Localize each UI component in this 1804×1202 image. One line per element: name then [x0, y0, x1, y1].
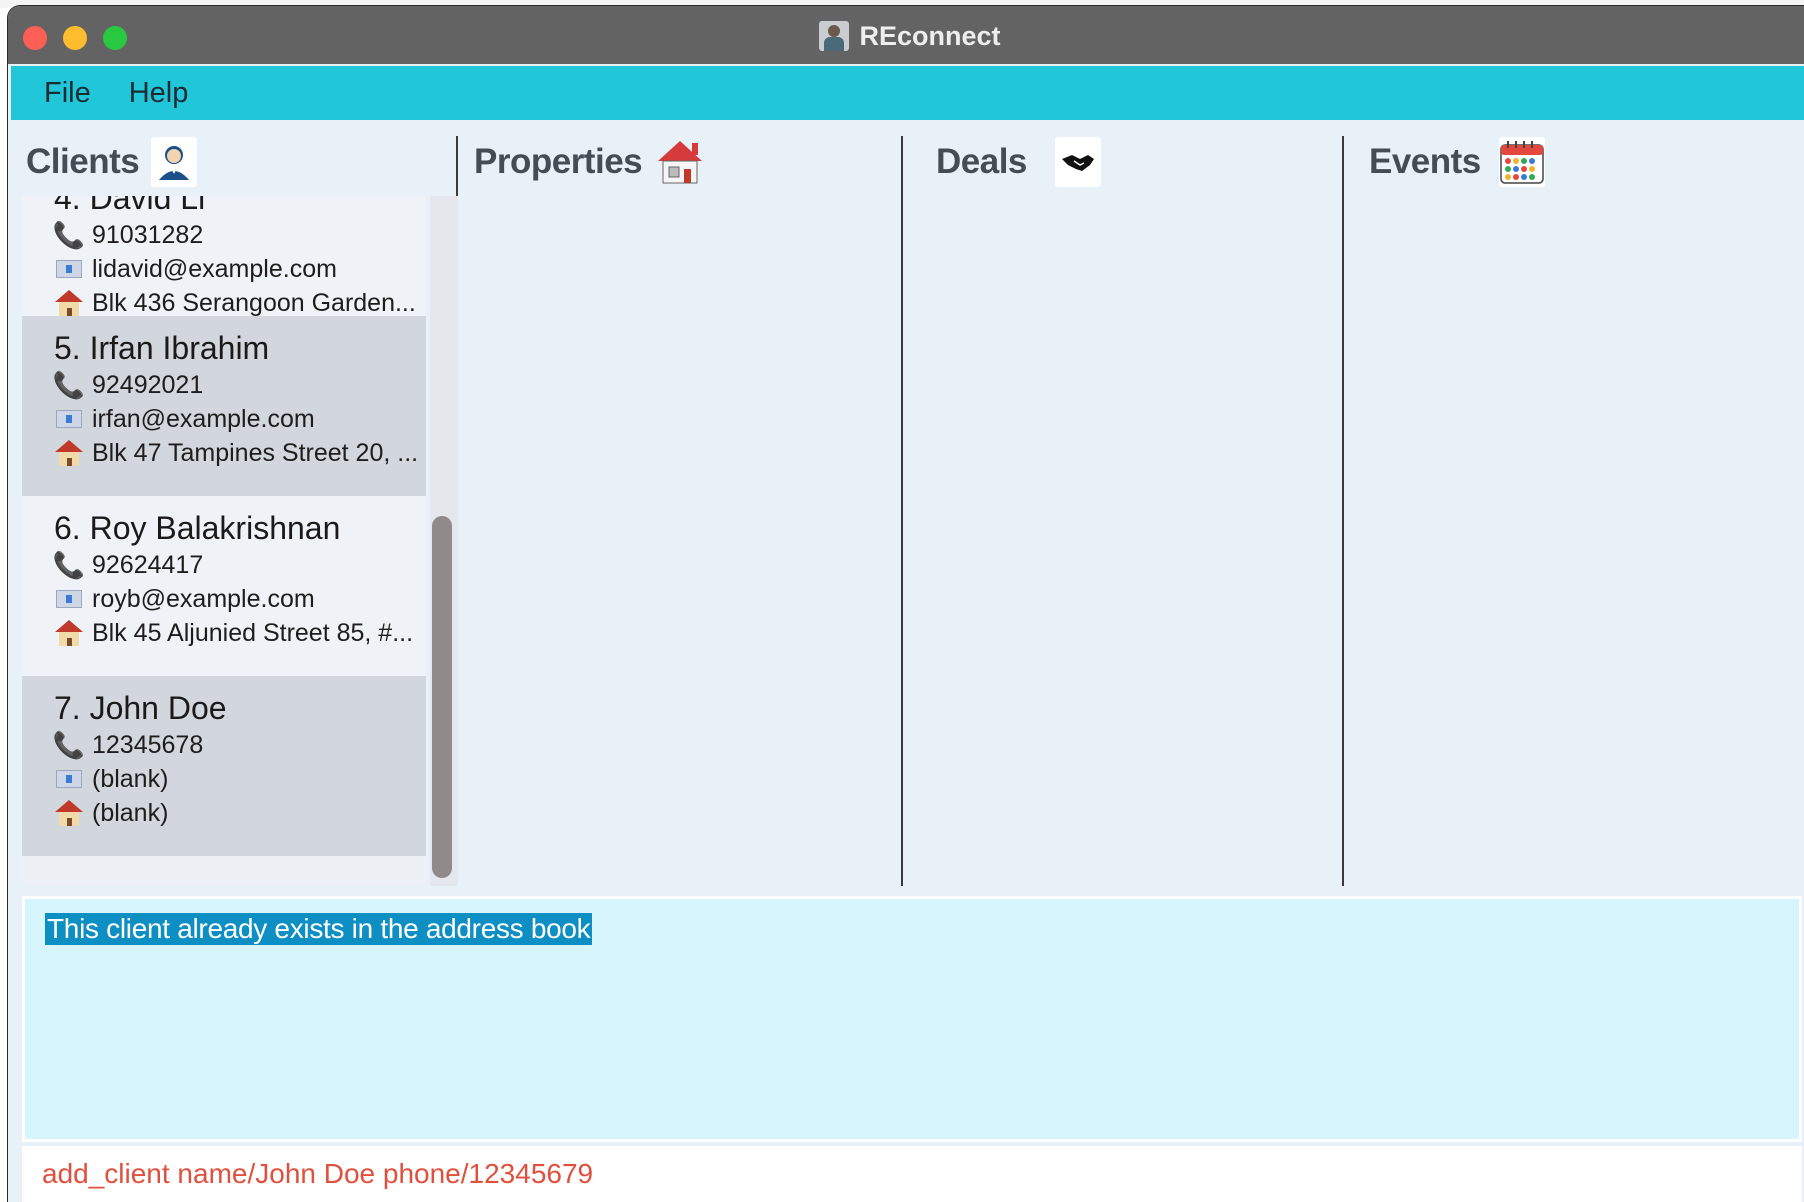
client-email-row: royb@example.com: [54, 582, 426, 616]
house-icon: [54, 620, 84, 646]
result-display: This client already exists in the addres…: [22, 896, 1802, 1142]
client-address: (blank): [92, 798, 169, 827]
client-card[interactable]: 6. Roy Balakrishnan 📞 92624417 royb@exam…: [22, 496, 426, 676]
client-address: Blk 436 Serangoon Garden...: [92, 288, 416, 317]
properties-panel-header: Properties: [474, 136, 706, 188]
phone-icon: 📞: [52, 369, 86, 400]
client-address: Blk 47 Tampines Street 20, ...: [92, 438, 419, 467]
phone-icon: 📞: [52, 729, 86, 760]
client-card[interactable]: 5. Irfan Ibrahim 📞 92492021 irfan@exampl…: [22, 316, 426, 496]
client-email-row: (blank): [54, 762, 426, 796]
menu-help[interactable]: Help: [129, 77, 189, 110]
clients-panel-title: Clients: [26, 142, 140, 181]
client-card[interactable]: 7. John Doe 📞 12345678 (blank) (blank): [22, 676, 426, 856]
client-phone-row: 📞 12345678: [52, 728, 426, 762]
events-panel-title: Events: [1369, 142, 1481, 181]
client-phone: 12345678: [92, 730, 204, 759]
command-box[interactable]: [22, 1146, 1802, 1202]
client-email: lidavid@example.com: [92, 254, 337, 283]
client-phone: 91031282: [92, 220, 204, 249]
client-address-row: Blk 45 Aljunied Street 85, #...: [54, 616, 426, 650]
email-icon: [54, 590, 84, 608]
client-address-row: (blank): [54, 796, 426, 830]
client-address-row: Blk 47 Tampines Street 20, ...: [54, 436, 426, 470]
house-icon: [54, 800, 84, 826]
panel-divider: [1342, 136, 1344, 886]
email-icon: [54, 410, 84, 428]
client-name: 5. Irfan Ibrahim: [54, 330, 270, 366]
menu-bar: File Help: [11, 66, 1804, 120]
client-phone: 92624417: [92, 550, 204, 579]
menu-file[interactable]: File: [44, 77, 91, 110]
window-title-group: REconnect: [8, 20, 1804, 52]
client-phone-row: 📞 92492021: [52, 368, 426, 402]
result-message[interactable]: This client already exists in the addres…: [45, 913, 593, 945]
clients-panel-header: Clients: [26, 136, 198, 188]
house-icon: [654, 137, 706, 187]
client-email: irfan@example.com: [92, 404, 315, 433]
client-address-row: Blk 436 Serangoon Garden...: [54, 286, 426, 320]
command-input[interactable]: [42, 1158, 1802, 1190]
deals-panel-title: Deals: [936, 142, 1027, 181]
client-email-row: irfan@example.com: [54, 402, 426, 436]
client-phone-row: 📞 91031282: [52, 218, 426, 252]
deals-panel-header: Deals: [936, 136, 1101, 188]
handshake-icon: [1054, 137, 1101, 187]
phone-icon: 📞: [52, 549, 86, 580]
properties-panel-title: Properties: [474, 142, 643, 181]
events-panel-header: Events: [1369, 136, 1545, 188]
client-name: 7. John Doe: [54, 690, 227, 726]
client-phone-row: 📞 92624417: [52, 548, 426, 582]
client-list[interactable]: 4. David Li 📞 91031282 lidavid@example.c…: [22, 196, 426, 886]
phone-icon: 📞: [52, 219, 86, 250]
house-icon: [54, 290, 84, 316]
client-name: 6. Roy Balakrishnan: [54, 510, 341, 546]
title-bar: REconnect: [8, 6, 1804, 64]
client-phone: 92492021: [92, 370, 204, 399]
client-name: 4. David Li: [54, 196, 206, 216]
app-window: REconnect File Help Clients Properties D…: [8, 6, 1804, 1202]
panel-divider: [901, 136, 903, 886]
window-title: REconnect: [859, 20, 1001, 51]
calendar-icon: [1498, 137, 1545, 187]
app-logo-icon: [819, 21, 850, 51]
client-email-row: lidavid@example.com: [54, 252, 426, 286]
person-icon: [151, 137, 198, 187]
client-card[interactable]: 4. David Li 📞 91031282 lidavid@example.c…: [22, 196, 426, 317]
scrollbar-thumb[interactable]: [432, 516, 452, 878]
email-icon: [54, 770, 84, 788]
house-icon: [54, 440, 84, 466]
main-panels: Clients Properties Deals Events 4. David…: [8, 128, 1804, 888]
client-email: (blank): [92, 764, 169, 793]
client-address: Blk 45 Aljunied Street 85, #...: [92, 618, 414, 647]
email-icon: [54, 260, 84, 278]
client-email: royb@example.com: [92, 584, 315, 613]
